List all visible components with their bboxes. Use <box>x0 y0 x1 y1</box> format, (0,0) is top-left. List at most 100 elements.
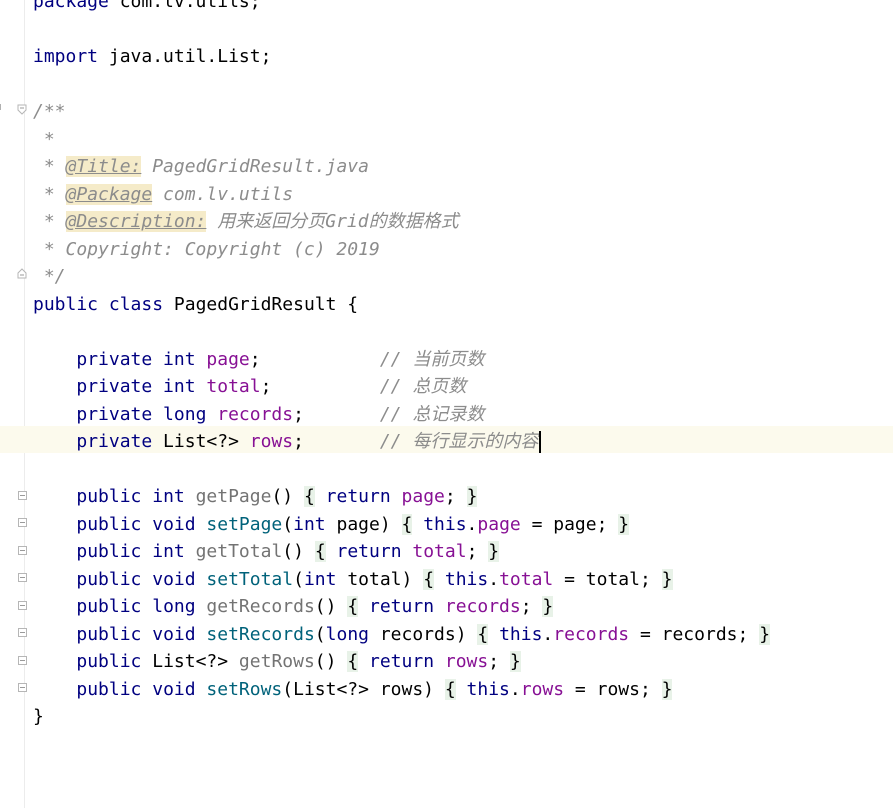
method-return-type: int <box>141 541 185 562</box>
package-name: com.lv.utils; <box>108 0 261 12</box>
code-line-doc-close[interactable]: */ <box>33 263 893 291</box>
code-line-blank[interactable] <box>33 456 893 484</box>
doc-title-tag: @Title: <box>65 156 142 177</box>
code-line-blank[interactable] <box>33 318 893 346</box>
method-return-keyword: return <box>358 651 435 672</box>
code-line-method-settotal[interactable]: public void setTotal(int total) { this.t… <box>33 566 893 594</box>
field-type: int <box>152 348 196 370</box>
method-body-close: } <box>542 596 554 617</box>
code-line-method-getrecords[interactable]: public long getRecords() { return record… <box>33 593 893 621</box>
code-line-field-total[interactable]: private int total; // 总页数 <box>33 373 893 401</box>
doc-prefix: * <box>33 156 66 177</box>
method-params-open: ( <box>314 623 326 645</box>
package-keyword: package <box>33 0 109 12</box>
method-param-type: int <box>303 568 337 590</box>
field-comment: // 总记录数 <box>379 403 485 425</box>
method-body-close: } <box>466 486 478 507</box>
method-name: getTotal <box>184 541 283 562</box>
code-line-method-setrows[interactable]: public void setRows(List<?> rows) { this… <box>33 676 893 704</box>
code-line-blank[interactable] <box>33 71 893 99</box>
method-return-type: void <box>141 513 196 535</box>
fold-minus-icon[interactable] <box>18 628 27 637</box>
method-modifier: public <box>76 596 142 617</box>
doc-description-value: 用来返回分页Grid的数据格式 <box>206 211 459 232</box>
code-line-package[interactable]: package com.lv.utils; <box>33 0 893 16</box>
fold-minus-icon[interactable] <box>18 546 27 555</box>
field-type: long <box>152 403 207 425</box>
method-modifier: public <box>76 568 142 590</box>
class-name: PagedGridResult { <box>163 293 359 315</box>
doc-open: /** <box>33 101 66 122</box>
code-line-field-rows[interactable]: private List<?> rows; // 每行显示的内容 <box>33 428 893 456</box>
doc-fold-icon[interactable] <box>17 104 27 115</box>
code-line-method-setpage[interactable]: public void setPage(int page) { this.pag… <box>33 511 893 539</box>
code-line-doc-open[interactable]: /** <box>33 98 893 126</box>
doc-fold-end-icon[interactable] <box>17 268 27 279</box>
text-cursor <box>539 431 542 453</box>
code-line-doc-title[interactable]: * @Title: PagedGridResult.java <box>33 153 893 181</box>
field-comment: // 每行显示的内容 <box>379 431 539 452</box>
method-field-ref: total <box>499 568 554 590</box>
code-line-doc-description[interactable]: * @Description: 用来返回分页Grid的数据格式 <box>33 208 893 236</box>
code-editor[interactable]: package com.lv.utils; import java.util.L… <box>0 0 893 808</box>
field-comment: // 总页数 <box>379 376 467 397</box>
code-line-method-gettotal[interactable]: public int getTotal() { return total; } <box>33 538 893 566</box>
method-body-close: } <box>509 651 521 672</box>
method-name: setTotal <box>195 568 294 590</box>
method-body-open: { <box>314 541 326 562</box>
field-name: page <box>195 348 250 370</box>
method-body-close: } <box>488 541 500 562</box>
code-line-import[interactable]: import java.util.List; <box>33 43 893 71</box>
fold-minus-icon[interactable] <box>18 491 27 500</box>
code-area[interactable]: package com.lv.utils; import java.util.L… <box>33 0 893 731</box>
method-params-close: ) <box>379 513 391 535</box>
code-line-method-getrows[interactable]: public List<?> getRows() { return rows; … <box>33 648 893 676</box>
method-body-rest: ; <box>444 486 456 507</box>
fold-minus-icon[interactable] <box>18 518 27 527</box>
method-field-ref: rows <box>520 678 565 700</box>
import-keyword: import <box>33 46 99 67</box>
code-line-doc-copyright[interactable]: * Copyright: Copyright (c) 2019 <box>33 236 893 264</box>
field-padding <box>261 349 380 370</box>
field-name: total <box>195 376 261 397</box>
code-line-method-setrecords[interactable]: public void setRecords(long records) { t… <box>33 621 893 649</box>
code-line-class-close[interactable]: } <box>33 703 893 731</box>
method-field-ref: records <box>553 623 630 645</box>
field-comment: // 当前页数 <box>379 348 485 370</box>
fold-minus-icon[interactable] <box>18 683 27 692</box>
method-modifier: public <box>76 513 142 535</box>
method-field-ref: page <box>477 513 521 535</box>
doc-prefix: * <box>33 183 66 205</box>
method-body-rest: = records; <box>629 623 749 645</box>
code-line-class-declaration[interactable]: public class PagedGridResult { <box>33 291 893 319</box>
doc-title-value: PagedGridResult.java <box>141 156 369 177</box>
code-line-doc-package[interactable]: * @Package com.lv.utils <box>33 181 893 209</box>
method-modifier: public <box>76 486 142 507</box>
code-line-field-page[interactable]: private int page; // 当前页数 <box>33 346 893 374</box>
code-line-field-records[interactable]: private long records; // 总记录数 <box>33 401 893 429</box>
fold-minus-icon[interactable] <box>18 601 27 610</box>
method-body-open: { <box>303 486 315 507</box>
fold-minus-icon[interactable] <box>18 573 27 582</box>
method-return-type: List<?> <box>141 651 229 672</box>
code-line-doc-star[interactable]: * <box>33 126 893 154</box>
fold-minus-icon[interactable] <box>18 656 27 665</box>
code-line-blank[interactable] <box>33 16 893 44</box>
method-return-type: void <box>141 678 196 700</box>
editor-gutter <box>0 0 27 808</box>
method-dot: . <box>509 678 521 700</box>
code-line-method-getpage[interactable]: public int getPage() { return page; } <box>33 483 893 511</box>
method-this-keyword: this <box>488 623 543 645</box>
method-body-open: { <box>347 596 359 617</box>
method-body-close: } <box>759 623 771 645</box>
doc-star: * <box>33 128 55 150</box>
method-body-rest: = page; <box>520 513 608 535</box>
import-name: java.util.List; <box>98 46 272 67</box>
field-padding <box>271 376 379 397</box>
field-type: int <box>152 376 196 397</box>
method-body-rest: ; <box>520 596 532 617</box>
method-body-open: { <box>477 623 489 645</box>
method-modifier: public <box>76 623 142 645</box>
method-field-ref: records <box>434 596 521 617</box>
method-body-open: { <box>444 678 456 700</box>
